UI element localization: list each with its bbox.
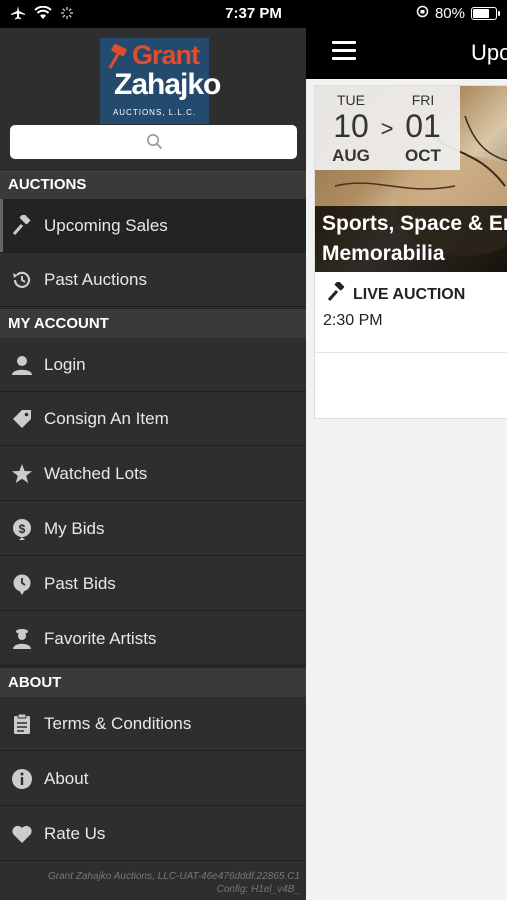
top-bar: Upcoming Sales <box>306 28 507 79</box>
build-info-line1: Grant Zahajko Auctions, LLC-UAT-46e476dd… <box>47 871 300 882</box>
menu-label-login: Login <box>44 354 86 374</box>
hamburger-menu-icon[interactable] <box>332 41 356 63</box>
page-title: Upcoming Sales <box>471 40 507 65</box>
svg-text:$: $ <box>19 522 26 536</box>
clipboard-icon <box>0 713 44 735</box>
heart-icon <box>0 823 44 845</box>
section-auctions: AUCTIONS <box>0 169 306 199</box>
gavel-icon <box>0 214 44 237</box>
clock-pin-icon <box>0 573 44 595</box>
logo-text-zahajko: Zahajko <box>114 68 221 101</box>
battery-fill <box>473 9 489 18</box>
logo-text-grant: Grant <box>132 40 200 70</box>
end-day: 01 <box>405 108 441 144</box>
auction-card[interactable]: TUE 10 AUG > FRI 01 OCT Sports, Space & … <box>314 85 507 419</box>
side-drawer: Grant Zahajko AUCTIONS, L.L.C. AUCTIONS … <box>0 28 306 900</box>
search-input[interactable] <box>10 125 297 159</box>
main-content: Upcoming Sales TUE 10 AUG > FRI 01 OCT S… <box>306 28 507 900</box>
start-day: 10 <box>333 108 369 144</box>
auction-time: 2:30 PM <box>323 312 383 329</box>
menu-item-my-bids[interactable]: $ My Bids <box>0 502 306 556</box>
auction-title-line1: Sports, Space & Entertainment <box>322 212 507 235</box>
gavel-icon <box>327 281 347 307</box>
menu-label-terms: Terms & Conditions <box>44 713 192 733</box>
date-range: TUE 10 AUG > FRI 01 OCT <box>315 86 460 170</box>
menu-item-consign[interactable]: Consign An Item <box>0 392 306 446</box>
orientation-lock-icon <box>416 5 429 22</box>
menu-item-rate-us[interactable]: Rate Us <box>0 807 306 861</box>
build-info-line2: Config: H1el_v4B_ <box>216 884 300 895</box>
menu-label-my-bids: My Bids <box>44 518 105 538</box>
user-icon <box>0 354 44 376</box>
menu-item-login[interactable]: Login <box>0 338 306 392</box>
company-logo: Grant Zahajko AUCTIONS, L.L.C. <box>100 38 221 124</box>
section-my-account: MY ACCOUNT <box>0 308 306 338</box>
menu-item-favorite-artists[interactable]: Favorite Artists <box>0 612 306 666</box>
menu-label-consign: Consign An Item <box>44 408 169 428</box>
logo-text-auctions: AUCTIONS, L.L.C. <box>112 108 197 117</box>
section-about: ABOUT <box>0 667 306 697</box>
menu-label-favorite-artists: Favorite Artists <box>44 628 157 648</box>
auction-type-label: LIVE AUCTION <box>353 285 466 303</box>
end-weekday: FRI <box>411 92 435 108</box>
status-right: 80% <box>416 5 500 22</box>
menu-label-about: About <box>44 768 89 788</box>
artist-icon <box>0 628 44 650</box>
tag-icon <box>0 408 44 430</box>
dollar-badge-icon: $ <box>0 518 44 540</box>
start-weekday: TUE <box>337 92 365 108</box>
battery-percent: 80% <box>434 5 465 22</box>
menu-item-upcoming-sales[interactable]: Upcoming Sales <box>0 199 306 253</box>
logo-gavel-icon <box>108 44 127 69</box>
menu-label-rate-us: Rate Us <box>44 823 106 843</box>
auction-title: Sports, Space & Entertainment Memorabili… <box>315 206 507 272</box>
start-month: AUG <box>332 146 370 165</box>
menu-label-watched-lots: Watched Lots <box>44 463 148 483</box>
menu-label-past-auctions: Past Auctions <box>44 269 148 289</box>
end-month: OCT <box>405 146 441 165</box>
history-icon <box>0 269 44 291</box>
auction-title-line2: Memorabilia <box>322 242 445 265</box>
menu-label-upcoming-sales: Upcoming Sales <box>44 215 168 235</box>
battery-icon <box>471 7 500 20</box>
build-info: Grant Zahajko Auctions, LLC-UAT-46e476dd… <box>0 870 300 896</box>
menu-label-past-bids: Past Bids <box>44 573 116 593</box>
menu-item-terms[interactable]: Terms & Conditions <box>0 697 306 751</box>
auction-type: LIVE AUCTION <box>327 281 466 307</box>
menu-item-past-bids[interactable]: Past Bids <box>0 557 306 611</box>
search-icon <box>147 134 163 150</box>
card-divider <box>315 352 507 353</box>
status-bar: 7:37 PM 80% <box>0 0 507 28</box>
menu-item-about[interactable]: About <box>0 752 306 806</box>
info-icon <box>0 768 44 790</box>
star-icon <box>0 463 44 485</box>
menu-item-watched-lots[interactable]: Watched Lots <box>0 447 306 501</box>
menu-item-past-auctions[interactable]: Past Auctions <box>0 253 306 307</box>
